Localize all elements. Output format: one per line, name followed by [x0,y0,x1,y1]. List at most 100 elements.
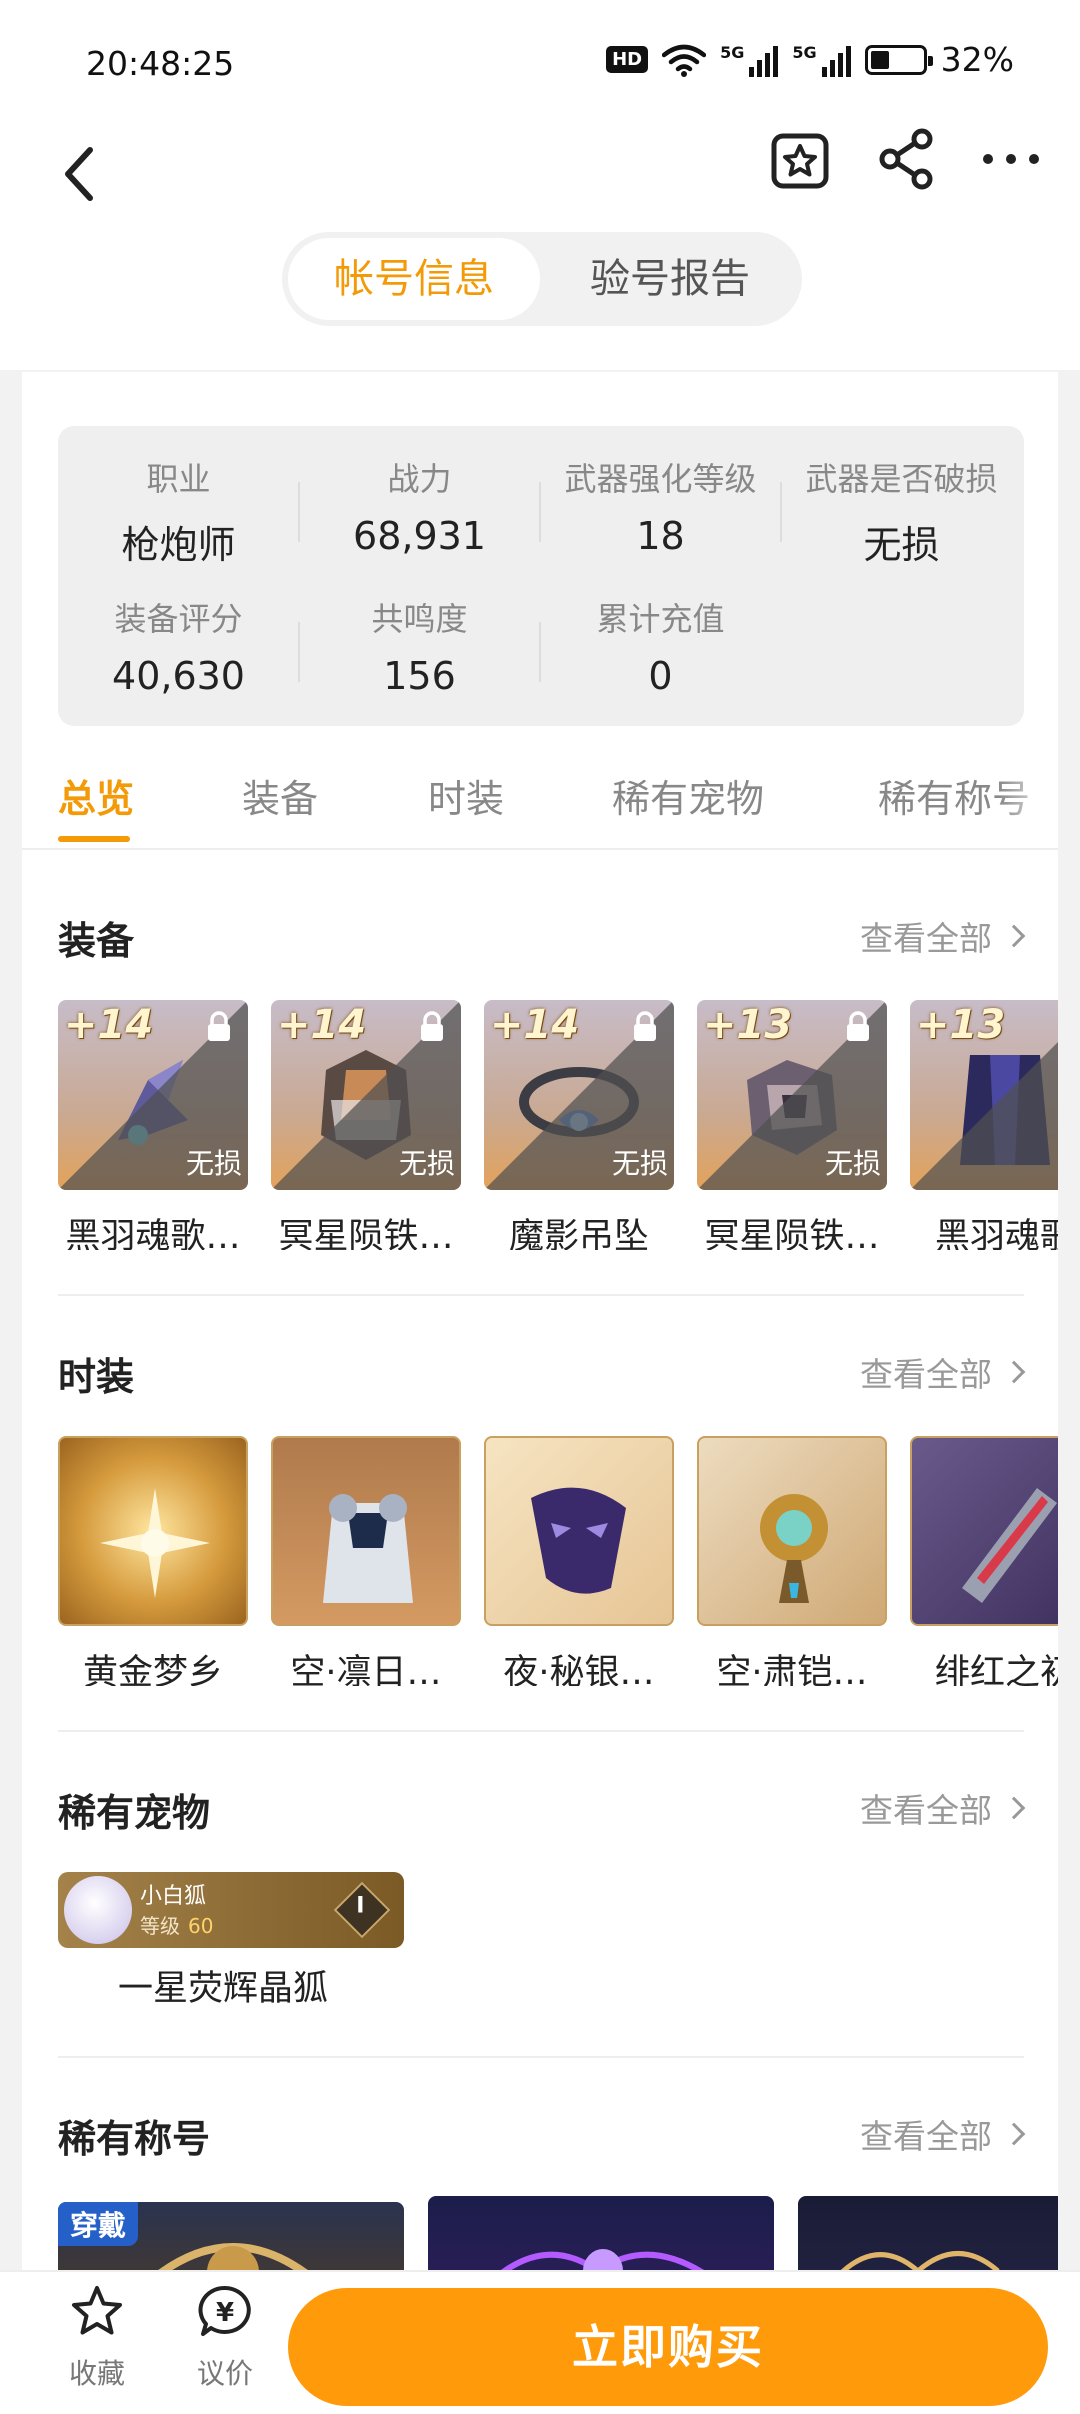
costume-item[interactable]: 空·肃铠… [697,1436,887,1686]
hd-voice-icon: HD [606,46,649,73]
stat-total-recharge: 累计充值 0 [596,600,725,698]
view-all-equipment[interactable]: 查看全部 [860,912,1026,960]
pet-card[interactable]: 小白狐 等级 60 I [58,1872,404,1948]
active-tab-indicator [58,836,130,842]
equipment-thumbnail: +14 无损 [271,1000,461,1190]
costume-thumbnail [910,1436,1058,1626]
costumes-row: 黄金梦乡 空·凛日… 夜·秘银… 空·肃铠… 绯红之初 [58,1436,1058,1686]
view-all-titles[interactable]: 查看全部 [860,2110,1026,2158]
tab-rare-pets[interactable]: 稀有宠物 [612,768,764,823]
equipment-thumbnail: +13 无损 [697,1000,887,1190]
enhance-level: +13 [703,1002,793,1048]
bargain-label: 议价 [196,2357,253,2390]
category-tabs: 总览 装备 时装 稀有宠物 稀有称号 [22,756,1058,850]
tab-account-info[interactable]: 帐号信息 [288,238,540,320]
view-all-costumes[interactable]: 查看全部 [860,1348,1026,1396]
section-divider [58,2056,1024,2058]
costume-item[interactable]: 黄金梦乡 [58,1436,248,1686]
costume-item[interactable]: 夜·秘银… [484,1436,674,1686]
costume-name: 空·凛日… [290,1653,442,1686]
buy-now-button[interactable]: 立即购买 [288,2288,1048,2406]
status-bar: 20:48:25 HD 5G 5G 32% [0,0,1080,120]
favorite-star-icon[interactable] [766,124,836,194]
stat-weapon-damage: 武器是否破损 无损 [805,460,998,567]
costume-item[interactable]: 空·凛日… [271,1436,461,1686]
equipment-name: 冥星陨铁… [278,1217,454,1250]
view-all-pets[interactable]: 查看全部 [860,1784,1026,1832]
nav-bar: 帐号信息 验号报告 [0,120,1080,370]
title-card[interactable]: 穿戴 [58,2202,404,2270]
equipment-item[interactable]: +14 无损 冥星陨铁… [271,1000,461,1250]
wear-status: 无损 [185,1147,242,1180]
equipment-name: 黑羽魂歌… [65,1217,241,1250]
stat-power: 战力 68,931 [353,460,486,558]
costume-name: 空·肃铠… [716,1653,868,1686]
lock-icon [208,1011,230,1041]
header-segment: 帐号信息 验号报告 [282,232,802,326]
lock-icon [847,1011,869,1041]
share-icon[interactable] [872,124,942,194]
equipment-item[interactable]: +13 无 黑羽魂歌 [910,1000,1058,1250]
tab-costumes[interactable]: 时装 [428,768,504,823]
tabs-fade [998,756,1058,846]
back-icon[interactable] [50,132,110,212]
lock-icon [1054,1010,1058,1044]
wear-status: 无损 [398,1147,455,1180]
enhance-level: +14 [64,1002,154,1048]
bargain-button[interactable]: ¥ 议价 [180,2282,270,2392]
tab-overview[interactable]: 总览 [58,768,134,823]
title-card[interactable] [428,2196,774,2270]
equipment-name: 魔影吊坠 [508,1217,649,1250]
costume-thumbnail [58,1436,248,1626]
section-divider [58,1294,1024,1296]
wear-status: 无损 [611,1147,668,1180]
wear-status: 无损 [824,1147,881,1180]
svg-text:¥: ¥ [216,2298,234,2328]
star-icon [72,2286,122,2335]
stat-divider [539,482,541,542]
favorite-button[interactable]: 收藏 [52,2282,142,2392]
costume-name: 黄金梦乡 [82,1653,223,1686]
tab-inspection-report[interactable]: 验号报告 [544,238,796,320]
equipment-thumbnail: +14 无损 [58,1000,248,1190]
favorite-label: 收藏 [68,2357,125,2390]
section-title-equipment: 装备 [58,919,135,963]
stat-divider [298,622,300,682]
costume-name: 绯红之初 [934,1653,1058,1686]
pet-level: 等级 60 [140,1914,214,1938]
section-title-costumes: 时装 [58,1355,135,1399]
equipment-item[interactable]: +14 无损 黑羽魂歌… [58,1000,248,1250]
pet-avatar [64,1876,132,1944]
signal-icon-2: 5G [792,43,851,77]
equipment-row: +14 无损 黑羽魂歌… +14 无损 冥星陨铁… +14 无损 魔影吊坠 +1… [58,1000,1058,1250]
lock-icon [421,1011,443,1041]
equipment-item[interactable]: +13 无损 冥星陨铁… [697,1000,887,1250]
costume-item[interactable]: 绯红之初 [910,1436,1058,1686]
costume-thumbnail [484,1436,674,1626]
equipment-name: 黑羽魂歌 [934,1217,1058,1250]
content-panel: 职业 枪炮师 战力 68,931 武器强化等级 18 武器是否破损 无损 装备评分 40,… [22,372,1058,2270]
stat-weapon-level: 武器强化等级 18 [564,460,757,558]
section-title-rare-titles: 稀有称号 [58,2117,211,2161]
enhance-level: +13 [916,1002,1006,1048]
chevron-right-icon [1002,1796,1026,1820]
equipment-name: 冥星陨铁… [704,1217,880,1250]
more-icon[interactable] [976,124,1046,194]
wifi-icon [662,44,707,77]
chevron-right-icon [1002,924,1026,948]
bottom-bar: 收藏 ¥ 议价 立即购买 [0,2270,1080,2414]
stat-divider [780,482,782,542]
signal-icon: 5G [720,43,779,77]
equipment-item[interactable]: +14 无损 魔影吊坠 [484,1000,674,1250]
title-card[interactable] [798,2196,1058,2270]
costume-thumbnail [271,1436,461,1626]
stat-class: 职业 枪炮师 [121,460,236,567]
pet-rank-badge-icon: I [333,1881,391,1939]
lock-icon [634,1011,656,1041]
tab-equipment[interactable]: 装备 [242,768,318,823]
equipment-thumbnail: +13 无 [910,1000,1058,1190]
section-title-rare-pets: 稀有宠物 [58,1791,211,1835]
section-divider [58,1730,1024,1732]
titles-row: 穿戴 [58,2196,1058,2270]
enhance-level: +14 [490,1002,580,1048]
